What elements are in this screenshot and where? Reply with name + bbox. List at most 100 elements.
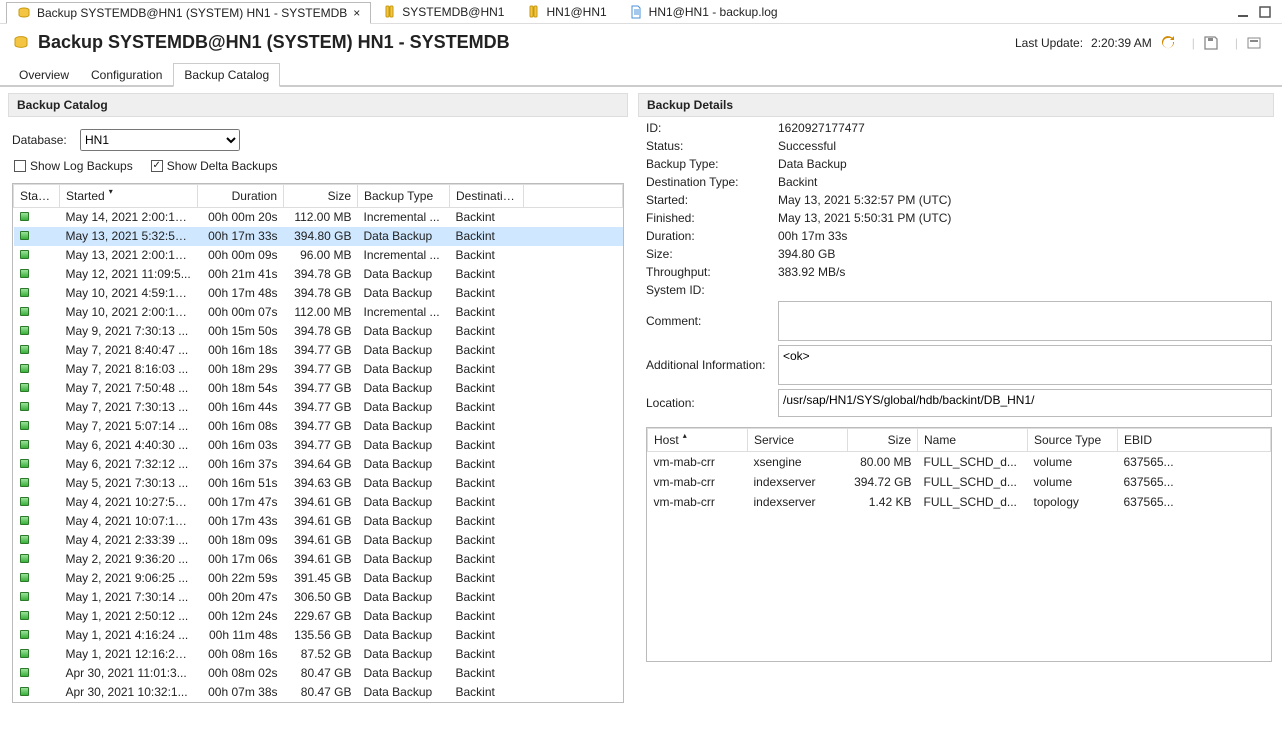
minimize-icon[interactable] <box>1236 5 1250 19</box>
catalog-table[interactable]: StatusStarted▾DurationSizeBackup TypeDes… <box>13 184 623 702</box>
table-row[interactable]: May 5, 2021 7:30:13 ...00h 16m 51s394.63… <box>14 474 623 493</box>
table-row[interactable]: May 10, 2021 2:00:14...00h 00m 07s112.00… <box>14 303 623 322</box>
cell: 80.47 GB <box>284 664 358 683</box>
cell <box>524 550 623 569</box>
table-row[interactable]: May 7, 2021 8:40:47 ...00h 16m 18s394.77… <box>14 341 623 360</box>
status-ok-icon <box>20 535 29 544</box>
status-ok-icon <box>20 611 29 620</box>
column-header[interactable]: Status <box>14 185 60 208</box>
column-header[interactable]: Backup Type <box>358 185 450 208</box>
cell <box>14 455 60 474</box>
status-ok-icon <box>20 668 29 677</box>
table-row[interactable]: May 2, 2021 9:06:25 ...00h 22m 59s391.45… <box>14 569 623 588</box>
cell: 229.67 GB <box>284 607 358 626</box>
status-value: Successful <box>778 139 1272 153</box>
cell: 394.72 GB <box>848 472 918 492</box>
location-textarea[interactable] <box>778 389 1272 417</box>
cell: May 7, 2021 8:40:47 ... <box>60 341 198 360</box>
table-row[interactable]: May 14, 2021 2:00:13...00h 00m 20s112.00… <box>14 208 623 227</box>
table-row[interactable]: Apr 30, 2021 11:01:3...00h 08m 02s80.47 … <box>14 664 623 683</box>
table-row[interactable]: May 9, 2021 7:30:13 ...00h 15m 50s394.78… <box>14 322 623 341</box>
cell: 00h 17m 33s <box>198 227 284 246</box>
cell: Data Backup <box>358 683 450 702</box>
show-delta-checkbox[interactable]: ✓ Show Delta Backups <box>151 159 278 173</box>
cell: May 4, 2021 10:27:57... <box>60 493 198 512</box>
cell: Backint <box>450 645 524 664</box>
column-header[interactable]: Host▴ <box>648 429 748 452</box>
table-row[interactable]: May 12, 2021 11:09:5...00h 21m 41s394.78… <box>14 265 623 284</box>
column-header[interactable]: Service <box>748 429 848 452</box>
subtab-overview[interactable]: Overview <box>8 63 80 87</box>
table-row[interactable]: May 1, 2021 12:16:21...00h 08m 16s87.52 … <box>14 645 623 664</box>
save-icon[interactable] <box>1203 35 1219 51</box>
refresh-icon[interactable] <box>1160 35 1176 51</box>
column-header[interactable]: Size <box>848 429 918 452</box>
show-delta-label: Show Delta Backups <box>167 159 278 173</box>
table-row[interactable]: May 7, 2021 8:16:03 ...00h 18m 29s394.77… <box>14 360 623 379</box>
cell: Backint <box>450 341 524 360</box>
table-row[interactable]: May 4, 2021 2:33:39 ...00h 18m 09s394.61… <box>14 531 623 550</box>
dest-type-value: Backint <box>778 175 1272 189</box>
column-header[interactable]: Duration <box>198 185 284 208</box>
table-row[interactable]: May 4, 2021 10:27:57...00h 17m 47s394.61… <box>14 493 623 512</box>
table-row[interactable]: May 7, 2021 5:07:14 ...00h 16m 08s394.77… <box>14 417 623 436</box>
hosts-table[interactable]: Host▴ServiceSizeNameSource TypeEBID vm-m… <box>647 428 1271 662</box>
table-row[interactable]: May 10, 2021 4:59:10...00h 17m 48s394.78… <box>14 284 623 303</box>
cell: 00h 18m 29s <box>198 360 284 379</box>
cell: 394.77 GB <box>284 360 358 379</box>
cell: Backint <box>450 227 524 246</box>
editor-tab[interactable]: HN1@HN1 <box>515 1 617 23</box>
editor-tab[interactable]: HN1@HN1 - backup.log <box>618 1 789 23</box>
close-icon[interactable]: × <box>353 6 360 20</box>
settings-icon[interactable] <box>1246 35 1262 51</box>
table-row[interactable]: vm-mab-crrindexserver394.72 GBFULL_SCHD_… <box>648 472 1271 492</box>
cell: 00h 21m 41s <box>198 265 284 284</box>
cell: 394.78 GB <box>284 322 358 341</box>
table-row[interactable]: Apr 30, 2021 10:32:1...00h 07m 38s80.47 … <box>14 683 623 702</box>
table-row[interactable]: May 7, 2021 7:50:48 ...00h 18m 54s394.77… <box>14 379 623 398</box>
cell <box>14 360 60 379</box>
cell: 394.61 GB <box>284 512 358 531</box>
comment-textarea[interactable] <box>778 301 1272 341</box>
cell: Incremental ... <box>358 246 450 265</box>
table-row[interactable]: May 6, 2021 4:40:30 ...00h 16m 03s394.77… <box>14 436 623 455</box>
header-actions: Last Update:2:20:39 AM | | <box>1015 35 1270 51</box>
cell <box>524 227 623 246</box>
subtab-configuration[interactable]: Configuration <box>80 63 173 87</box>
table-row[interactable]: May 4, 2021 10:07:13...00h 17m 43s394.61… <box>14 512 623 531</box>
maximize-icon[interactable] <box>1258 5 1272 19</box>
editor-tab[interactable]: SYSTEMDB@HN1 <box>371 1 515 23</box>
table-row[interactable]: May 1, 2021 4:16:24 ...00h 11m 48s135.56… <box>14 626 623 645</box>
cell: Data Backup <box>358 569 450 588</box>
table-row[interactable]: vm-mab-crrxsengine80.00 MBFULL_SCHD_d...… <box>648 452 1271 473</box>
table-row[interactable]: vm-mab-crrindexserver1.42 KBFULL_SCHD_d.… <box>648 492 1271 512</box>
column-header[interactable]: Started▾ <box>60 185 198 208</box>
table-row[interactable]: May 1, 2021 2:50:12 ...00h 12m 24s229.67… <box>14 607 623 626</box>
editor-tab[interactable]: Backup SYSTEMDB@HN1 (SYSTEM) HN1 - SYSTE… <box>6 2 371 24</box>
table-row[interactable]: May 2, 2021 9:36:20 ...00h 17m 06s394.61… <box>14 550 623 569</box>
cell <box>14 436 60 455</box>
table-row[interactable]: May 7, 2021 7:30:13 ...00h 16m 44s394.77… <box>14 398 623 417</box>
show-log-checkbox[interactable]: Show Log Backups <box>14 159 133 173</box>
addl-info-textarea[interactable] <box>778 345 1272 385</box>
table-row[interactable]: May 13, 2021 5:32:57...00h 17m 33s394.80… <box>14 227 623 246</box>
cell: May 4, 2021 2:33:39 ... <box>60 531 198 550</box>
column-header[interactable]: Size <box>284 185 358 208</box>
column-header[interactable]: Destinatio... <box>450 185 524 208</box>
database-select[interactable]: HN1 <box>80 129 240 151</box>
cell <box>524 512 623 531</box>
table-row[interactable]: May 6, 2021 7:32:12 ...00h 16m 37s394.64… <box>14 455 623 474</box>
detail-tabs: OverviewConfigurationBackup Catalog <box>0 61 1282 87</box>
table-row[interactable]: May 13, 2021 2:00:13...00h 00m 09s96.00 … <box>14 246 623 265</box>
subtab-backup-catalog[interactable]: Backup Catalog <box>173 63 280 87</box>
column-header[interactable]: Source Type <box>1028 429 1118 452</box>
column-header[interactable]: Name <box>918 429 1028 452</box>
cell <box>14 531 60 550</box>
cell: 394.63 GB <box>284 474 358 493</box>
last-update-label: Last Update: <box>1015 36 1083 50</box>
checkbox-icon <box>14 160 26 172</box>
started-value: May 13, 2021 5:32:57 PM (UTC) <box>778 193 1272 207</box>
column-header[interactable]: EBID <box>1118 429 1271 452</box>
cell <box>524 683 623 702</box>
table-row[interactable]: May 1, 2021 7:30:14 ...00h 20m 47s306.50… <box>14 588 623 607</box>
